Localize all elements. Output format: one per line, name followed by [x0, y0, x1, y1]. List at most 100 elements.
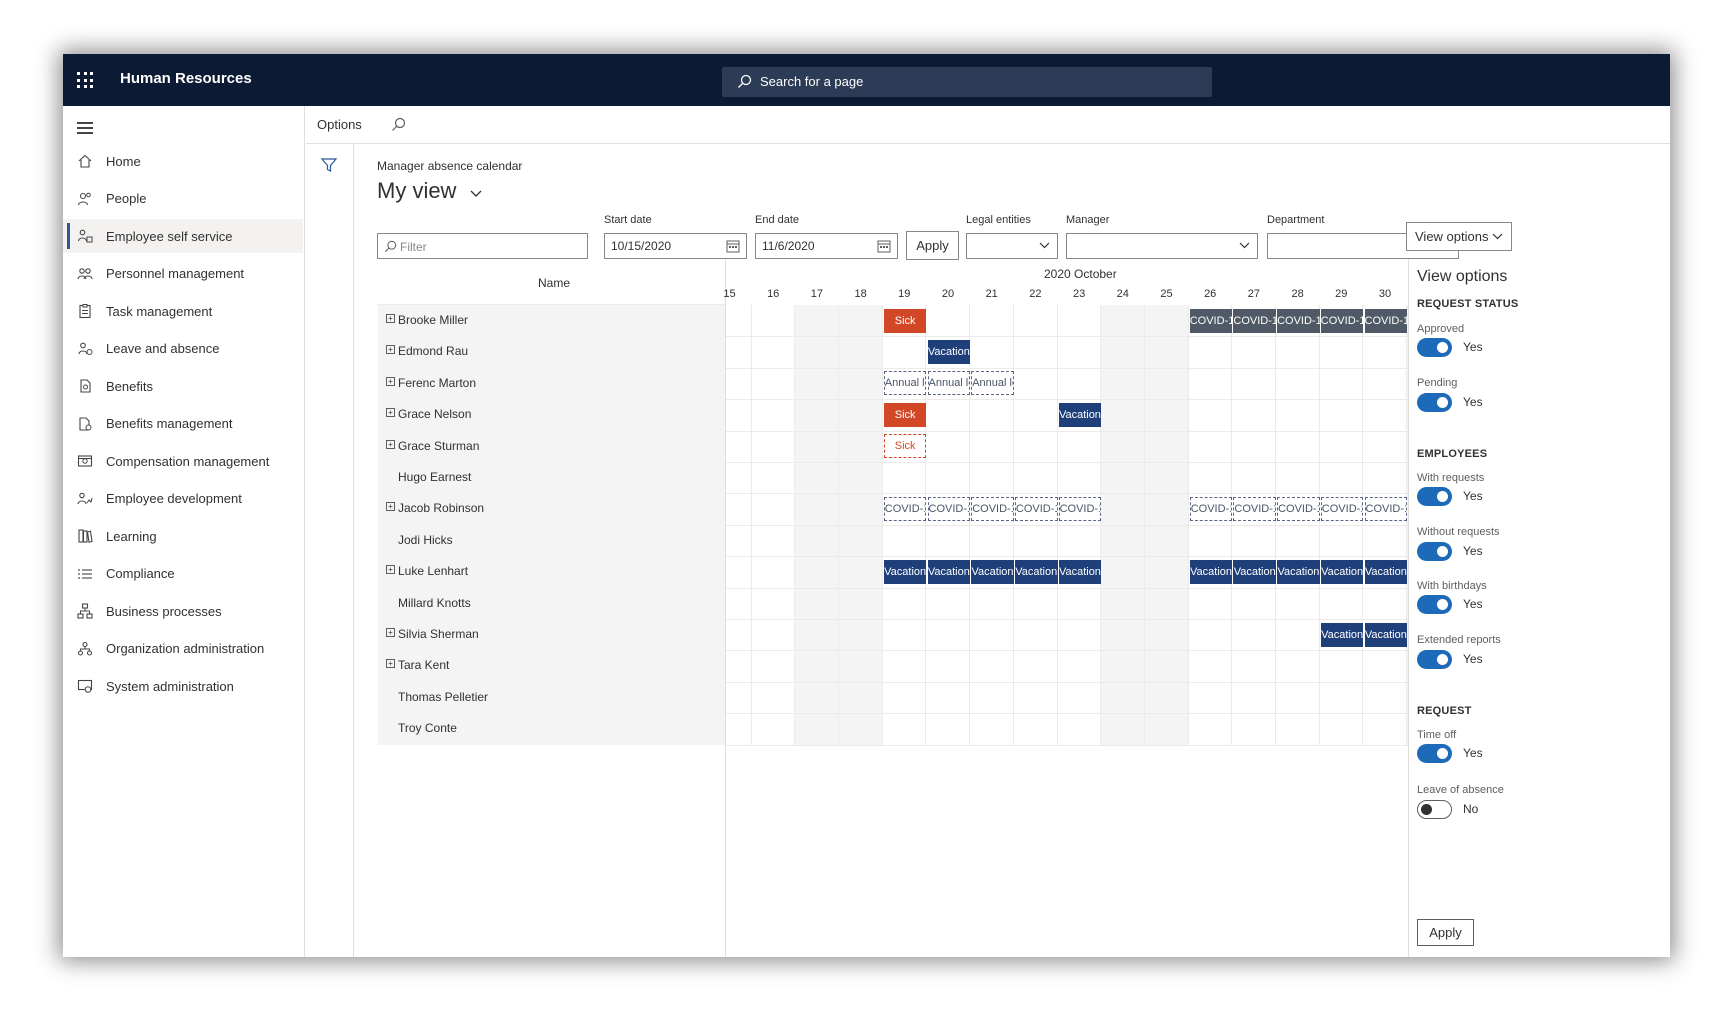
calendar-icon[interactable]: [877, 239, 891, 253]
employee-row[interactable]: + Ferenc Marton: [378, 368, 725, 399]
employee-row[interactable]: Hugo Earnest: [378, 462, 725, 493]
employee-row[interactable]: Jodi Hicks: [378, 525, 725, 556]
start-date-field[interactable]: 10/15/2020: [604, 233, 747, 259]
view-options-button[interactable]: View options: [1406, 222, 1512, 251]
expand-icon[interactable]: +: [386, 565, 395, 575]
calendar-icon[interactable]: [726, 239, 740, 253]
nav-item-system-administration[interactable]: System administration: [63, 669, 303, 703]
nav-item-compliance[interactable]: Compliance: [63, 557, 303, 591]
expand-icon[interactable]: +: [386, 314, 395, 323]
extended-reports-toggle[interactable]: [1417, 650, 1452, 669]
nav-item-benefits[interactable]: Benefits: [63, 369, 303, 403]
nav-item-label: Business processes: [106, 603, 222, 619]
nav-item-organization-administration[interactable]: Organization administration: [63, 632, 303, 666]
absence-event[interactable]: COVID-19: [1320, 308, 1364, 333]
employee-row[interactable]: + Tara Kent: [378, 650, 725, 681]
employee-row[interactable]: + Grace Nelson: [378, 399, 725, 430]
search-input[interactable]: Search for a page: [722, 67, 1212, 97]
absence-event[interactable]: COVID-19: [927, 496, 971, 521]
filter-input[interactable]: Filter: [377, 233, 588, 259]
expand-icon[interactable]: +: [386, 345, 395, 355]
expand-icon[interactable]: +: [386, 376, 395, 386]
absence-event[interactable]: COVID-19: [971, 496, 1014, 521]
absence-event[interactable]: COVID-19: [883, 496, 927, 521]
apply-button[interactable]: Apply: [906, 231, 959, 260]
nav-item-employee-self-service[interactable]: Employee self service: [63, 219, 303, 253]
with-birthdays-toggle[interactable]: [1417, 595, 1452, 614]
employee-row[interactable]: + Jacob Robinson: [378, 493, 725, 524]
nav-item-business-processes[interactable]: Business processes: [63, 594, 303, 628]
legal-entities-dropdown[interactable]: [966, 233, 1058, 259]
absence-event[interactable]: Vacation: [1058, 402, 1102, 427]
app-launcher-icon[interactable]: [77, 72, 93, 88]
absence-event[interactable]: Annual leave: [883, 371, 927, 396]
absence-event[interactable]: COVID-19: [1233, 308, 1277, 333]
leave-of-absence-toggle[interactable]: [1417, 800, 1452, 819]
nav-item-benefits-management[interactable]: Benefits management: [63, 407, 303, 441]
employee-row[interactable]: Troy Conte: [378, 713, 725, 744]
chevron-down-icon[interactable]: [470, 190, 482, 198]
employee-row[interactable]: + Luke Lenhart: [378, 556, 725, 587]
absence-event[interactable]: Vacation: [883, 559, 927, 584]
absence-event[interactable]: COVID-19: [1014, 496, 1058, 521]
absence-event[interactable]: COVID-19: [1189, 308, 1233, 333]
absence-event[interactable]: Vacation: [971, 559, 1014, 584]
absence-event[interactable]: COVID-19: [1189, 496, 1233, 521]
manager-dropdown[interactable]: [1066, 233, 1258, 259]
expand-icon[interactable]: +: [386, 502, 395, 512]
absence-event[interactable]: Vacation: [1233, 559, 1277, 584]
absence-event[interactable]: COVID-19: [1320, 496, 1364, 521]
employee-row[interactable]: + Edmond Rau: [378, 336, 725, 367]
with-requests-toggle[interactable]: [1417, 487, 1452, 506]
absence-event[interactable]: COVID-19: [1277, 496, 1320, 521]
absence-event[interactable]: Vacation: [927, 559, 971, 584]
expand-icon[interactable]: +: [386, 408, 395, 418]
employee-row[interactable]: + Grace Sturman: [378, 431, 725, 462]
end-date-field[interactable]: 11/6/2020: [755, 233, 898, 259]
absence-event[interactable]: Vacation: [1320, 559, 1364, 584]
absence-event[interactable]: Vacation: [927, 339, 971, 364]
absence-event[interactable]: Vacation: [1058, 559, 1102, 584]
absence-event[interactable]: Vacation: [1364, 622, 1408, 647]
expand-icon[interactable]: +: [386, 439, 395, 449]
nav-item-task-management[interactable]: Task management: [63, 294, 303, 328]
employee-row[interactable]: + Silvia Sherman: [378, 619, 725, 650]
view-title[interactable]: My view: [377, 178, 456, 204]
employee-row[interactable]: Thomas Pelletier: [378, 682, 725, 713]
absence-event[interactable]: Vacation: [1277, 559, 1320, 584]
absence-event[interactable]: Sick: [883, 402, 927, 427]
options-tab[interactable]: Options: [317, 117, 362, 132]
absence-event[interactable]: Annual leave: [971, 371, 1014, 396]
filter-icon[interactable]: [320, 156, 338, 174]
absence-event[interactable]: COVID-19: [1058, 496, 1102, 521]
time-off-toggle[interactable]: [1417, 744, 1452, 763]
expand-icon[interactable]: +: [386, 659, 395, 669]
pending-toggle[interactable]: [1417, 393, 1452, 412]
expand-icon[interactable]: +: [386, 628, 395, 637]
absence-event[interactable]: Vacation: [1189, 559, 1233, 584]
absence-event[interactable]: COVID-19: [1277, 308, 1320, 333]
absence-event[interactable]: COVID-19: [1233, 496, 1277, 521]
absence-event[interactable]: Vacation: [1014, 559, 1058, 584]
absence-event[interactable]: Vacation: [1320, 622, 1364, 647]
hamburger-menu-icon[interactable]: [77, 122, 93, 134]
absence-event[interactable]: Sick: [883, 308, 927, 333]
without-requests-toggle[interactable]: [1417, 542, 1452, 561]
employee-row[interactable]: Millard Knotts: [378, 588, 725, 619]
absence-event[interactable]: Sick: [883, 434, 927, 459]
absence-event[interactable]: Annual leave: [927, 371, 971, 396]
nav-item-leave-and-absence[interactable]: Leave and absence: [63, 332, 303, 366]
nav-item-home[interactable]: Home: [63, 144, 303, 178]
absence-event[interactable]: Vacation: [1364, 559, 1408, 584]
view-options-apply-button[interactable]: Apply: [1417, 919, 1474, 946]
employee-row[interactable]: + Brooke Miller: [378, 305, 725, 336]
absence-event[interactable]: COVID-19: [1364, 496, 1408, 521]
approved-toggle[interactable]: [1417, 338, 1452, 357]
nav-item-people[interactable]: People: [63, 182, 303, 216]
nav-item-employee-development[interactable]: Employee development: [63, 482, 303, 516]
options-search-icon[interactable]: [391, 117, 406, 132]
nav-item-learning[interactable]: Learning: [63, 519, 303, 553]
nav-item-compensation-management[interactable]: Compensation management: [63, 444, 303, 478]
absence-event[interactable]: COVID-19: [1364, 308, 1408, 333]
nav-item-personnel-management[interactable]: Personnel management: [63, 257, 303, 291]
